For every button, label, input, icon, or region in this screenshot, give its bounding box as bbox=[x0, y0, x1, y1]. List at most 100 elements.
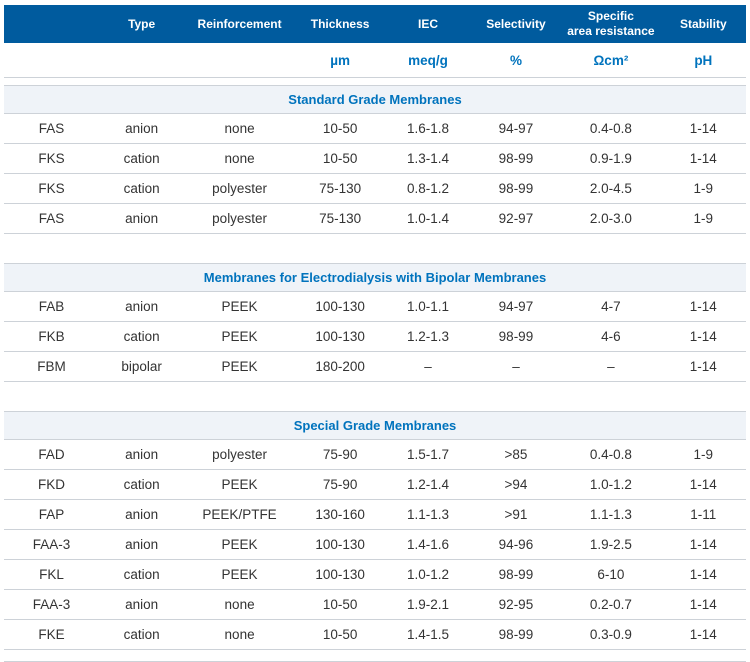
table-header: TypeReinforcementThicknessIECSelectivity… bbox=[4, 5, 746, 78]
cell: 75-90 bbox=[295, 440, 386, 470]
cell: 1.4-1.5 bbox=[385, 620, 470, 650]
column-header: IEC bbox=[385, 5, 470, 43]
cell: FAA-3 bbox=[4, 590, 99, 620]
table-row: FASanionnone10-501.6-1.894-970.4-0.81-14 bbox=[4, 114, 746, 144]
cell: none bbox=[184, 144, 295, 174]
table-row: FKScationnone10-501.3-1.498-990.9-1.91-1… bbox=[4, 144, 746, 174]
cell: 10-50 bbox=[295, 620, 386, 650]
cell: FKL bbox=[4, 560, 99, 590]
cell: 2.0-3.0 bbox=[561, 204, 660, 234]
cell: 1-14 bbox=[661, 530, 746, 560]
cell: FAB bbox=[4, 292, 99, 322]
cell: 94-96 bbox=[471, 530, 562, 560]
section-title: Membranes for Electrodialysis with Bipol… bbox=[4, 264, 746, 292]
cell: 1-11 bbox=[661, 500, 746, 530]
cell: 1.9-2.1 bbox=[385, 590, 470, 620]
unit-label: meq/g bbox=[385, 43, 470, 78]
cell: 75-130 bbox=[295, 204, 386, 234]
cell: anion bbox=[99, 204, 184, 234]
column-header: Type bbox=[99, 5, 184, 43]
table-row: FABanionPEEK100-1301.0-1.194-974-71-14 bbox=[4, 292, 746, 322]
cell: 98-99 bbox=[471, 174, 562, 204]
cell: anion bbox=[99, 292, 184, 322]
section-title: Standard Grade Membranes bbox=[4, 86, 746, 114]
table-row: FKScationpolyester75-1300.8-1.298-992.0-… bbox=[4, 174, 746, 204]
cell: 75-130 bbox=[295, 174, 386, 204]
cell: FKS bbox=[4, 174, 99, 204]
cell: polyester bbox=[184, 204, 295, 234]
cell: polyester bbox=[184, 174, 295, 204]
cell: PEEK/PTFE bbox=[184, 500, 295, 530]
table-row: FBMbipolarPEEK180-200–––1-14 bbox=[4, 352, 746, 382]
cell: 98-99 bbox=[471, 144, 562, 174]
cell: 4-6 bbox=[561, 322, 660, 352]
cell: 1.2-1.4 bbox=[385, 470, 470, 500]
cell: 4-7 bbox=[561, 292, 660, 322]
cell: 0.9-1.9 bbox=[561, 144, 660, 174]
cell: 1-14 bbox=[661, 292, 746, 322]
cell: 98-99 bbox=[471, 560, 562, 590]
cell: 100-130 bbox=[295, 322, 386, 352]
cell: PEEK bbox=[184, 292, 295, 322]
cell: FKE bbox=[4, 620, 99, 650]
cell: PEEK bbox=[184, 322, 295, 352]
cell: PEEK bbox=[184, 530, 295, 560]
spacer bbox=[4, 234, 746, 264]
cell: 1.1-1.3 bbox=[385, 500, 470, 530]
cell: 1.1-1.3 bbox=[561, 500, 660, 530]
cell: 98-99 bbox=[471, 322, 562, 352]
cell: FAA-3 bbox=[4, 530, 99, 560]
cell: >94 bbox=[471, 470, 562, 500]
table-body: Standard Grade MembranesFASanionnone10-5… bbox=[4, 78, 746, 650]
cell: 1.2-1.3 bbox=[385, 322, 470, 352]
unit-label: pH bbox=[661, 43, 746, 78]
cell: 100-130 bbox=[295, 560, 386, 590]
table-row: FKBcationPEEK100-1301.2-1.398-994-61-14 bbox=[4, 322, 746, 352]
cell: anion bbox=[99, 590, 184, 620]
cell: PEEK bbox=[184, 560, 295, 590]
cell: 0.4-0.8 bbox=[561, 114, 660, 144]
header-row: TypeReinforcementThicknessIECSelectivity… bbox=[4, 5, 746, 43]
cell: 1.5-1.7 bbox=[385, 440, 470, 470]
cell: 1.3-1.4 bbox=[385, 144, 470, 174]
cell: 1-14 bbox=[661, 620, 746, 650]
cell: 1-9 bbox=[661, 204, 746, 234]
section-title-row: Membranes for Electrodialysis with Bipol… bbox=[4, 264, 746, 292]
cell: – bbox=[385, 352, 470, 382]
cell: FAS bbox=[4, 114, 99, 144]
spacer-row bbox=[4, 78, 746, 86]
unit-label bbox=[184, 43, 295, 78]
cell: bipolar bbox=[99, 352, 184, 382]
cell: 10-50 bbox=[295, 144, 386, 174]
cell: cation bbox=[99, 620, 184, 650]
cell: none bbox=[184, 590, 295, 620]
section-title: Special Grade Membranes bbox=[4, 412, 746, 440]
cell: – bbox=[561, 352, 660, 382]
cell: anion bbox=[99, 114, 184, 144]
cell: anion bbox=[99, 440, 184, 470]
cell: 1-14 bbox=[661, 560, 746, 590]
cell: 100-130 bbox=[295, 530, 386, 560]
cell: 1.6-1.8 bbox=[385, 114, 470, 144]
cell: 1-14 bbox=[661, 144, 746, 174]
cell: none bbox=[184, 620, 295, 650]
table-row: FASanionpolyester75-1301.0-1.492-972.0-3… bbox=[4, 204, 746, 234]
cell: FKS bbox=[4, 144, 99, 174]
cell: 130-160 bbox=[295, 500, 386, 530]
unit-label: Ωcm² bbox=[561, 43, 660, 78]
cell: 10-50 bbox=[295, 590, 386, 620]
membrane-spec-sheet: TypeReinforcementThicknessIECSelectivity… bbox=[0, 0, 750, 662]
membrane-table: TypeReinforcementThicknessIECSelectivity… bbox=[4, 5, 746, 650]
cell: FBM bbox=[4, 352, 99, 382]
cell: 0.4-0.8 bbox=[561, 440, 660, 470]
table-row: FAPanionPEEK/PTFE130-1601.1-1.3>911.1-1.… bbox=[4, 500, 746, 530]
cell: 92-97 bbox=[471, 204, 562, 234]
cell: 1.9-2.5 bbox=[561, 530, 660, 560]
cell: none bbox=[184, 114, 295, 144]
cell: FKD bbox=[4, 470, 99, 500]
section-title-row: Special Grade Membranes bbox=[4, 412, 746, 440]
cell: 1.4-1.6 bbox=[385, 530, 470, 560]
cell: 94-97 bbox=[471, 114, 562, 144]
column-header: Reinforcement bbox=[184, 5, 295, 43]
cell: 1-14 bbox=[661, 590, 746, 620]
